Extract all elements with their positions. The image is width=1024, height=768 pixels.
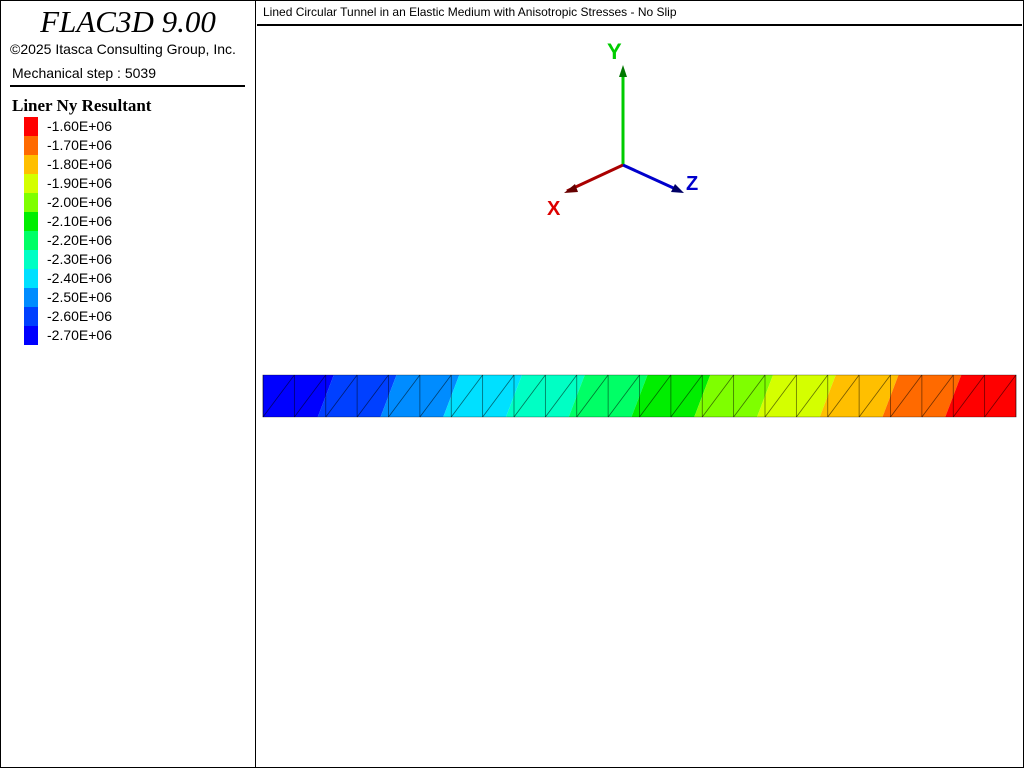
z-axis-arrowhead — [671, 184, 684, 193]
legend-swatch — [24, 250, 38, 269]
legend-label: -2.40E+06 — [47, 270, 112, 286]
legend-label: -2.20E+06 — [47, 232, 112, 248]
legend-label: -2.60E+06 — [47, 308, 112, 324]
legend-swatch — [24, 155, 38, 174]
divider — [10, 85, 245, 87]
axis-triad: Y X Z — [547, 39, 698, 220]
z-axis-line — [622, 163, 681, 193]
legend-swatch — [24, 231, 38, 250]
app-title: FLAC3D 9.00 — [40, 4, 216, 39]
x-axis-label: X — [547, 198, 561, 220]
y-axis-arrowhead — [619, 65, 627, 77]
legend-swatch — [24, 269, 38, 288]
legend-swatch — [24, 326, 38, 345]
copyright-text: ©2025 Itasca Consulting Group, Inc. — [10, 41, 236, 57]
legend-label: -2.70E+06 — [47, 327, 112, 343]
legend-label: -2.50E+06 — [47, 289, 112, 305]
legend-swatch — [24, 307, 38, 326]
y-axis-label: Y — [607, 39, 622, 64]
legend-label: -1.70E+06 — [47, 137, 112, 153]
legend-label: -1.80E+06 — [47, 156, 112, 172]
info-panel: FLAC3D 9.00 ©2025 Itasca Consulting Grou… — [1, 1, 256, 767]
legend-label: -2.30E+06 — [47, 251, 112, 267]
legend-swatch — [24, 288, 38, 307]
legend-label: -2.10E+06 — [47, 213, 112, 229]
legend-swatch — [24, 193, 38, 212]
legend-label: -1.60E+06 — [47, 118, 112, 134]
legend-swatch — [24, 174, 38, 193]
legend-swatch — [24, 117, 38, 136]
model-view[interactable]: Lined Circular Tunnel in an Elastic Medi… — [257, 1, 1022, 767]
legend-label: -2.00E+06 — [47, 194, 112, 210]
legend-swatch — [24, 212, 38, 231]
legend-swatch — [24, 136, 38, 155]
z-axis-label: Z — [686, 173, 698, 195]
liner-structure — [262, 374, 1017, 418]
legend-label: -1.90E+06 — [47, 175, 112, 191]
legend-title: Liner Ny Resultant — [12, 96, 152, 115]
scene-canvas: Y X Z — [262, 39, 1017, 418]
mechanical-step-text: Mechanical step : 5039 — [12, 65, 156, 81]
